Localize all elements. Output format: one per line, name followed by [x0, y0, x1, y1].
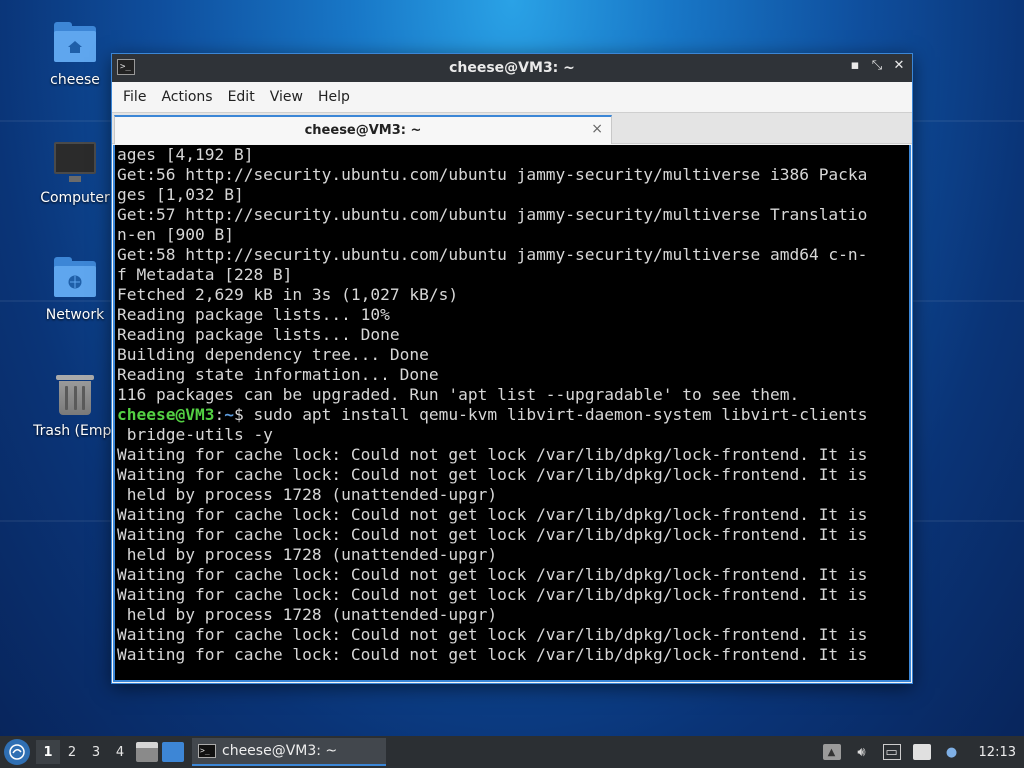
desktop-icon-label: Network — [45, 307, 105, 323]
tab-label: cheese@VM3: ~ — [304, 123, 422, 138]
volume-icon[interactable]: 🔊︎ — [853, 744, 871, 760]
terminal-output[interactable]: ages [4,192 B] Get:56 http://security.ubu… — [113, 145, 911, 682]
terminal-line: bridge-utils -y — [117, 425, 273, 444]
desktop-icon-label: cheese — [50, 72, 100, 88]
terminal-line: Waiting for cache lock: Could not get lo… — [117, 505, 868, 524]
terminal-line: Reading state information... Done — [117, 365, 439, 384]
prompt-user: cheese@VM3 — [117, 405, 215, 424]
terminal-line: f Metadata [228 B] — [117, 265, 293, 284]
maximize-button[interactable]: ⤡ — [870, 58, 884, 73]
task-label: cheese@VM3: ~ — [222, 743, 338, 759]
terminal-line: n-en [900 B] — [117, 225, 234, 244]
terminal-window: >_ cheese@VM3: ~ ▪ ⤡ ✕ File Actions Edit… — [111, 53, 913, 684]
menu-file[interactable]: File — [118, 85, 151, 109]
terminal-line: held by process 1728 (unattended-upgr) — [117, 605, 498, 624]
trash-icon — [52, 373, 98, 417]
terminal-line: Get:58 http://security.ubuntu.com/ubuntu… — [117, 245, 868, 264]
terminal-line: Waiting for cache lock: Could not get lo… — [117, 645, 868, 664]
window-titlebar[interactable]: >_ cheese@VM3: ~ ▪ ⤡ ✕ — [112, 54, 912, 82]
terminal-line: Get:57 http://security.ubuntu.com/ubuntu… — [117, 205, 868, 224]
tab-terminal[interactable]: cheese@VM3: ~ × — [114, 115, 612, 144]
desktop-icon-label: Computer — [40, 190, 110, 206]
menu-help[interactable]: Help — [313, 85, 355, 109]
network-icon[interactable]: ▭ — [882, 744, 901, 760]
tab-close-icon[interactable]: × — [591, 121, 603, 137]
show-desktop-icon[interactable] — [162, 742, 184, 762]
clipboard-icon[interactable] — [912, 744, 931, 760]
menu-view[interactable]: View — [265, 85, 308, 109]
terminal-line: Reading package lists... 10% — [117, 305, 390, 324]
workspace-switcher: 1 2 3 4 — [36, 740, 132, 764]
window-title: cheese@VM3: ~ — [449, 60, 575, 76]
prompt-path: ~ — [224, 405, 234, 424]
terminal-line: held by process 1728 (unattended-upgr) — [117, 485, 498, 504]
menu-edit[interactable]: Edit — [223, 85, 260, 109]
terminal-line: Waiting for cache lock: Could not get lo… — [117, 465, 868, 484]
terminal-line: Waiting for cache lock: Could not get lo… — [117, 525, 868, 544]
lubuntu-logo-icon — [9, 744, 25, 760]
workspace-2[interactable]: 2 — [60, 740, 84, 764]
terminal-line: Reading package lists... Done — [117, 325, 400, 344]
close-button[interactable]: ✕ — [892, 58, 906, 73]
tab-bar: cheese@VM3: ~ × — [112, 112, 912, 144]
terminal-line: Waiting for cache lock: Could not get lo… — [117, 445, 868, 464]
home-folder-icon — [52, 22, 98, 66]
prompt-line: cheese@VM3:~$ sudo apt install qemu-kvm … — [117, 405, 909, 425]
workspace-3[interactable]: 3 — [84, 740, 108, 764]
terminal-line: Waiting for cache lock: Could not get lo… — [117, 565, 868, 584]
desktop-icon-label: Trash (Empt — [33, 423, 117, 439]
terminal-line: Fetched 2,629 kB in 3s (1,027 kB/s) — [117, 285, 459, 304]
terminal-line: ges [1,032 B] — [117, 185, 244, 204]
start-menu-button[interactable] — [4, 739, 30, 765]
taskbar: 1 2 3 4 >_ cheese@VM3: ~ ▲ 🔊︎ ▭ ● 12:13 — [0, 736, 1024, 768]
terminal-line: Building dependency tree... Done — [117, 345, 429, 364]
workspace-1[interactable]: 1 — [36, 740, 60, 764]
terminal-app-icon[interactable]: >_ — [117, 59, 135, 75]
prompt-separator: : — [214, 405, 225, 424]
computer-icon — [52, 140, 98, 184]
menubar: File Actions Edit View Help — [112, 82, 912, 112]
terminal-icon: >_ — [198, 744, 216, 758]
workspace-4[interactable]: 4 — [108, 740, 132, 764]
clock[interactable]: 12:13 — [979, 745, 1016, 760]
terminal-line: Get:56 http://security.ubuntu.com/ubuntu… — [117, 165, 868, 184]
terminal-line: Waiting for cache lock: Could not get lo… — [117, 625, 868, 644]
menu-actions[interactable]: Actions — [156, 85, 217, 109]
terminal-line: held by process 1728 (unattended-upgr) — [117, 545, 498, 564]
taskbar-task-terminal[interactable]: >_ cheese@VM3: ~ — [192, 738, 386, 766]
notification-icon[interactable]: ● — [943, 744, 961, 760]
terminal-line: Waiting for cache lock: Could not get lo… — [117, 585, 868, 604]
system-tray: ▲ 🔊︎ ▭ ● 12:13 — [822, 744, 1024, 760]
prompt-command: $ sudo apt install qemu-kvm libvirt-daem… — [233, 405, 868, 424]
terminal-line: 116 packages can be upgraded. Run 'apt l… — [117, 385, 800, 404]
minimize-button[interactable]: ▪ — [848, 58, 862, 73]
update-notifier-icon[interactable]: ▲ — [822, 744, 841, 760]
network-folder-icon — [52, 257, 98, 301]
file-manager-icon[interactable] — [136, 742, 158, 762]
terminal-line: ages [4,192 B] — [117, 145, 254, 164]
